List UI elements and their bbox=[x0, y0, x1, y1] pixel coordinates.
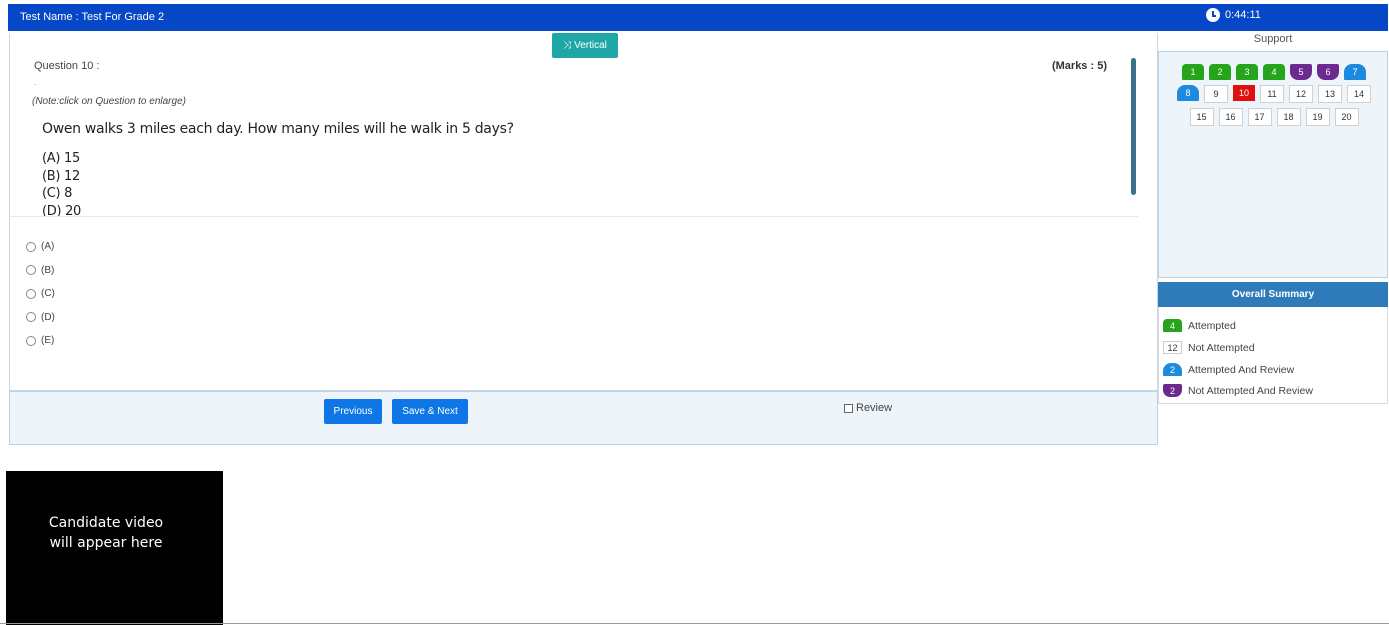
palette-question-12[interactable]: 12 bbox=[1289, 85, 1313, 103]
palette-question-10[interactable]: 10 bbox=[1233, 85, 1255, 101]
legend-attempted-review: 2 Attempted And Review bbox=[1163, 363, 1294, 376]
palette-question-9[interactable]: 9 bbox=[1204, 85, 1228, 103]
palette-question-1[interactable]: 1 bbox=[1182, 64, 1204, 80]
not-attempted-review-count: 2 bbox=[1163, 384, 1182, 397]
question-option: (B) 12 bbox=[42, 168, 80, 184]
palette-row: 15 16 17 18 19 20 bbox=[1159, 108, 1389, 126]
previous-button[interactable]: Previous bbox=[324, 399, 382, 424]
answer-choice-d[interactable]: (D) bbox=[26, 306, 55, 330]
question-text[interactable]: Owen walks 3 miles each day. How many mi… bbox=[42, 121, 514, 137]
question-footer: Previous Save & Next Review bbox=[9, 391, 1158, 445]
palette-question-14[interactable]: 14 bbox=[1347, 85, 1371, 103]
legend-attempted: 4 Attempted bbox=[1163, 319, 1236, 332]
legend-not-attempted-review: 2 Not Attempted And Review bbox=[1163, 384, 1313, 397]
question-scrollbar[interactable] bbox=[1131, 58, 1136, 195]
question-marks: (Marks : 5) bbox=[1051, 60, 1107, 72]
vertical-layout-label: Vertical bbox=[574, 40, 607, 51]
palette-question-18[interactable]: 18 bbox=[1276, 108, 1301, 126]
legend-label: Not Attempted And Review bbox=[1188, 384, 1313, 397]
palette-question-16[interactable]: 16 bbox=[1218, 108, 1243, 126]
question-separator: . bbox=[34, 77, 37, 87]
question-option: (A) 15 bbox=[42, 151, 80, 166]
palette-question-7[interactable]: 7 bbox=[1344, 64, 1366, 80]
legend-label: Not Attempted bbox=[1188, 341, 1255, 354]
top-bar: Test Name : Test For Grade 2 0:44:11 bbox=[8, 4, 1388, 31]
legend-label: Attempted And Review bbox=[1188, 363, 1295, 376]
overall-summary-title: Overall Summary bbox=[1158, 282, 1388, 307]
candidate-video: Candidate video will appear here bbox=[6, 471, 223, 625]
test-name: Test Name : Test For Grade 2 bbox=[20, 11, 165, 23]
question-grid: 1 2 3 4 5 6 7 8 9 10 11 12 13 14 15 16 17 18 19 20 bbox=[1159, 64, 1389, 131]
radio-button[interactable] bbox=[26, 241, 36, 252]
palette-question-20[interactable]: 20 bbox=[1334, 108, 1359, 126]
question-options: (A) 15 (B) 12 (C) 8 (D) 20 bbox=[42, 150, 81, 220]
palette-question-15[interactable]: 15 bbox=[1189, 108, 1214, 126]
enlarge-note: (Note:click on Question to enlarge) bbox=[32, 96, 186, 107]
attempted-count: 4 bbox=[1163, 319, 1182, 332]
timer-value: 0:44:11 bbox=[1225, 9, 1261, 21]
palette-question-17[interactable]: 17 bbox=[1247, 108, 1272, 126]
palette-question-5[interactable]: 5 bbox=[1290, 64, 1312, 80]
palette-row: 1234567 bbox=[1159, 64, 1389, 80]
question-palette: 1 2 3 4 5 6 7 8 9 10 11 12 13 14 15 16 17 18 19 20 bbox=[1158, 51, 1388, 278]
answer-choice-c[interactable]: (C) bbox=[26, 282, 55, 306]
question-option: (C) 8 bbox=[42, 186, 73, 201]
legend-label: Attempted bbox=[1188, 319, 1236, 332]
radio-button[interactable] bbox=[26, 288, 36, 299]
clock-icon bbox=[1206, 8, 1220, 22]
answer-label: (C) bbox=[41, 288, 55, 300]
review-label: Review bbox=[856, 402, 893, 414]
divider bbox=[0, 623, 1389, 624]
radio-button[interactable] bbox=[26, 335, 36, 346]
palette-question-4[interactable]: 4 bbox=[1263, 64, 1285, 80]
palette-question-6[interactable]: 6 bbox=[1317, 64, 1339, 80]
shuffle-icon: ⤨ bbox=[563, 40, 572, 51]
timer: 0:44:11 bbox=[1206, 8, 1261, 22]
support-link[interactable]: Support bbox=[1158, 33, 1388, 45]
palette-question-3[interactable]: 3 bbox=[1236, 64, 1258, 80]
palette-question-8[interactable]: 8 bbox=[1177, 85, 1199, 101]
answer-label: (B) bbox=[41, 264, 55, 276]
not-attempted-count: 12 bbox=[1163, 341, 1182, 354]
radio-button[interactable] bbox=[26, 312, 36, 323]
palette-question-2[interactable]: 2 bbox=[1209, 64, 1231, 80]
palette-row: 8 9 10 11 12 13 14 bbox=[1159, 85, 1389, 103]
radio-button[interactable] bbox=[26, 265, 36, 276]
vertical-layout-button[interactable]: ⤨ Vertical bbox=[552, 33, 618, 58]
video-placeholder-text: Candidate video will appear here bbox=[48, 515, 164, 551]
question-option: (D) 20 bbox=[42, 203, 82, 219]
palette-question-11[interactable]: 11 bbox=[1260, 85, 1284, 103]
legend-not-attempted: 12 Not Attempted bbox=[1163, 341, 1255, 354]
question-number: Question 10 : bbox=[34, 60, 100, 72]
answer-label: (D) bbox=[41, 311, 55, 323]
answer-choice-a[interactable]: (A) bbox=[26, 235, 55, 259]
answer-choices: (A) (B) (C) (D) (E) bbox=[26, 235, 55, 353]
answer-choice-e[interactable]: (E) bbox=[26, 329, 55, 353]
question-panel: ⤨ Vertical Question 10 : (Marks : 5) . (… bbox=[9, 33, 1158, 391]
palette-question-13[interactable]: 13 bbox=[1318, 85, 1342, 103]
answer-label: (E) bbox=[41, 335, 55, 347]
answer-label: (A) bbox=[41, 241, 55, 253]
divider bbox=[10, 216, 1138, 217]
review-checkbox[interactable] bbox=[844, 403, 853, 413]
answer-choice-b[interactable]: (B) bbox=[26, 259, 55, 283]
save-next-button[interactable]: Save & Next bbox=[392, 399, 468, 424]
attempted-review-count: 2 bbox=[1163, 363, 1182, 376]
palette-question-19[interactable]: 19 bbox=[1305, 108, 1330, 126]
review-toggle[interactable]: Review bbox=[844, 402, 892, 414]
overall-summary: 4 Attempted 12 Not Attempted 2 Attempted… bbox=[1158, 307, 1388, 404]
